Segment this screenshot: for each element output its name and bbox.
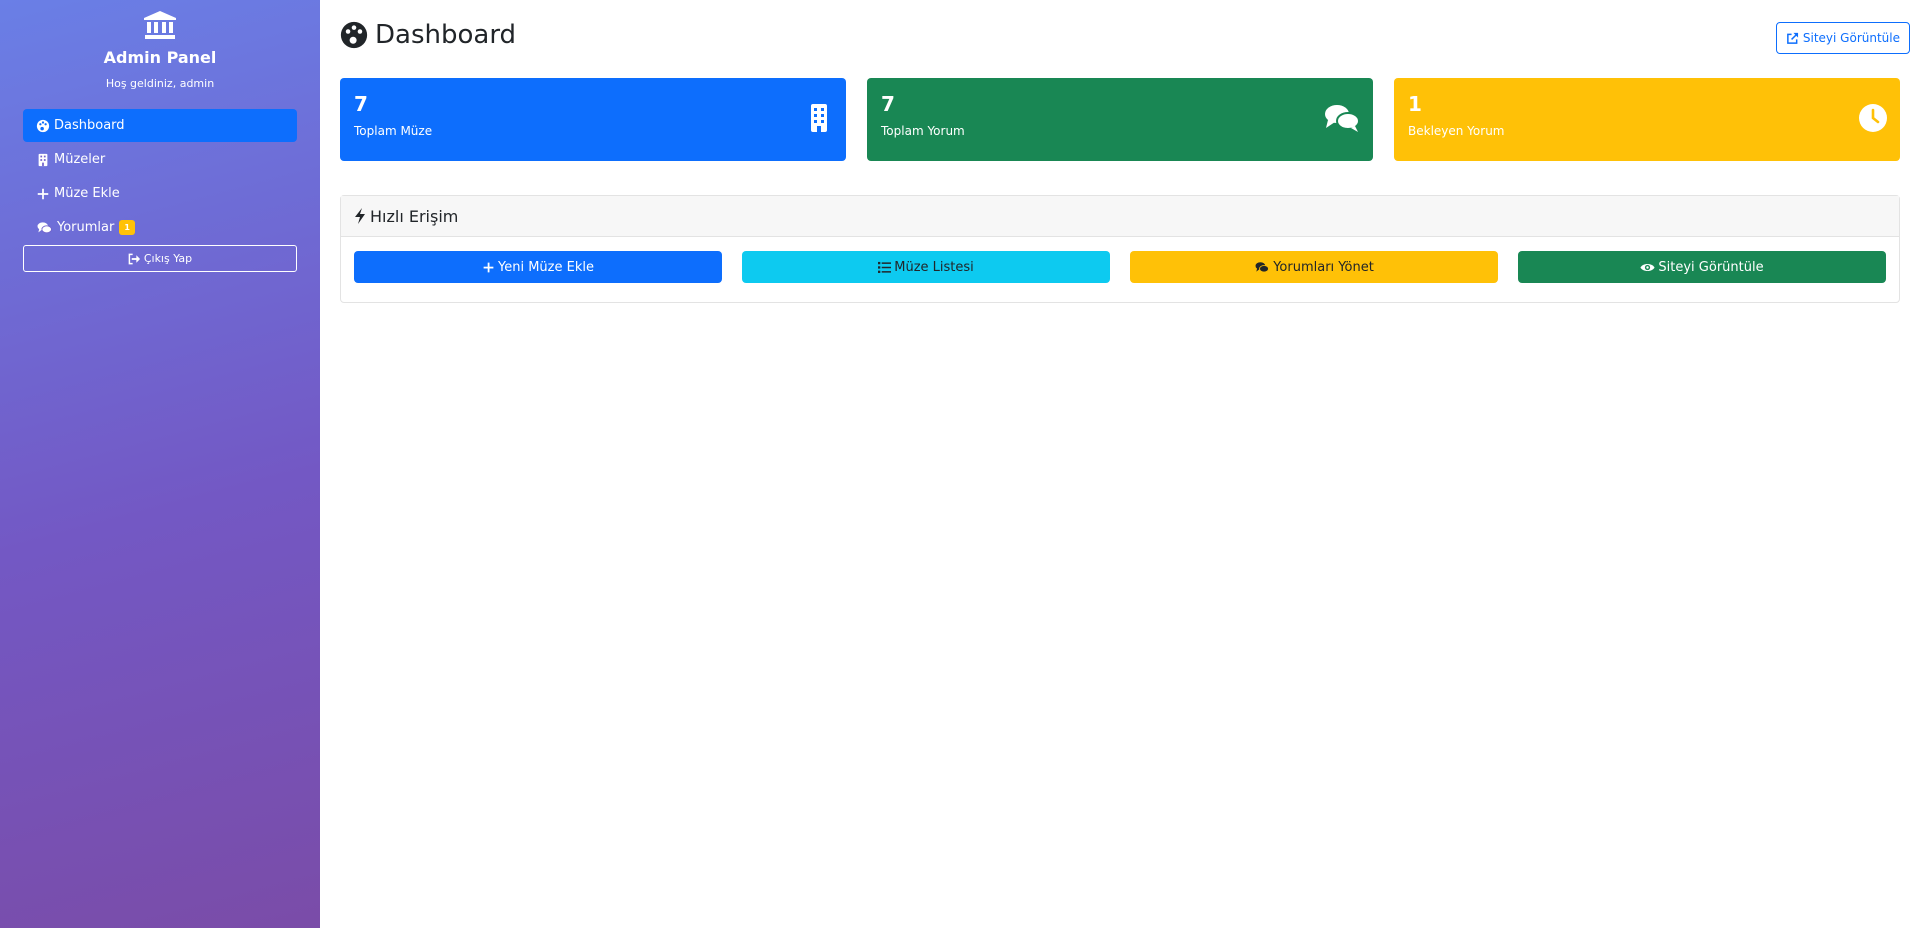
stat-label: Toplam Müze — [354, 124, 433, 138]
sidebar-item-label: Müze Ekle — [54, 186, 120, 201]
button-label: Yorumları Yönet — [1273, 259, 1374, 275]
plus-icon — [37, 188, 49, 199]
page-title-text: Dashboard — [375, 20, 517, 50]
building-icon — [38, 153, 48, 166]
sidebar-item-label: Yorumlar — [57, 220, 115, 235]
bolt-icon — [355, 208, 365, 224]
sidebar-nav: Dashboard Müzeler Müze Ekle Yorumlar 1 Ç… — [23, 109, 297, 272]
page-title: Dashboard — [340, 20, 516, 50]
button-label: Müze Listesi — [894, 259, 974, 275]
museum-list-button[interactable]: Müze Listesi — [742, 251, 1110, 283]
sidebar: Admin Panel Hoş geldiniz, admin Dashboar… — [0, 0, 320, 928]
logout-button[interactable]: Çıkış Yap — [23, 245, 297, 272]
topbar: Dashboard Siteyi Görüntüle — [340, 0, 1910, 78]
welcome-text: Hoş geldiniz, admin — [105, 77, 215, 90]
stat-card-pending: 1 Bekleyen Yorum — [1394, 78, 1900, 161]
palette-icon — [340, 21, 368, 49]
list-icon — [878, 261, 892, 273]
sidebar-item-comments[interactable]: Yorumlar 1 — [23, 211, 297, 244]
quick-access-panel: Hızlı Erişim Yeni Müze Ekle Müze Listesi — [340, 195, 1900, 303]
quick-access-title: Hızlı Erişim — [370, 206, 459, 226]
sidebar-item-dashboard[interactable]: Dashboard — [23, 109, 297, 142]
comments-icon — [1325, 105, 1360, 132]
stat-value: 7 — [881, 92, 895, 116]
brand: Admin Panel Hoş geldiniz, admin — [23, 10, 297, 90]
comments-icon — [37, 221, 52, 233]
stat-value: 1 — [1408, 92, 1422, 116]
eye-icon — [1640, 263, 1655, 271]
sidebar-item-add-museum[interactable]: Müze Ekle — [23, 177, 297, 210]
view-site-button[interactable]: Siteyi Görüntüle — [1775, 22, 1910, 54]
clock-icon — [1859, 104, 1887, 132]
view-site-label: Siteyi Görüntüle — [1802, 31, 1900, 45]
sidebar-item-museums[interactable]: Müzeler — [23, 143, 297, 176]
logout-label: Çıkış Yap — [143, 252, 193, 265]
quick-access-buttons: Yeni Müze Ekle Müze Listesi Yorumları Yö… — [341, 237, 1899, 302]
stat-card-museums: 7 Toplam Müze — [340, 78, 846, 161]
stat-label: Toplam Yorum — [881, 124, 965, 138]
pending-badge: 1 — [119, 220, 135, 235]
add-museum-button[interactable]: Yeni Müze Ekle — [354, 251, 722, 283]
sidebar-item-label: Müzeler — [54, 152, 106, 167]
manage-comments-button[interactable]: Yorumları Yönet — [1130, 251, 1498, 283]
palette-icon — [36, 119, 50, 132]
comments-icon — [1255, 261, 1270, 272]
external-link-icon — [1787, 32, 1798, 44]
button-label: Siteyi Görüntüle — [1658, 259, 1764, 275]
button-label: Yeni Müze Ekle — [498, 259, 594, 275]
landmark-icon — [144, 11, 176, 39]
sign-out-icon — [128, 253, 140, 264]
plus-icon — [483, 262, 494, 272]
building-icon — [811, 104, 827, 132]
main-content: Dashboard Siteyi Görüntüle 7 Toplam Müze — [340, 0, 1910, 303]
view-site-quick-button[interactable]: Siteyi Görüntüle — [1518, 251, 1886, 283]
quick-access-header: Hızlı Erişim — [341, 196, 1899, 237]
stat-value: 7 — [354, 92, 368, 116]
sidebar-title: Admin Panel — [103, 48, 217, 67]
stat-card-comments: 7 Toplam Yorum — [867, 78, 1373, 161]
stats-row: 7 Toplam Müze 7 Toplam Yorum 1 Bekleyen … — [340, 78, 1900, 161]
stat-label: Bekleyen Yorum — [1408, 124, 1505, 138]
sidebar-item-label: Dashboard — [54, 118, 125, 133]
